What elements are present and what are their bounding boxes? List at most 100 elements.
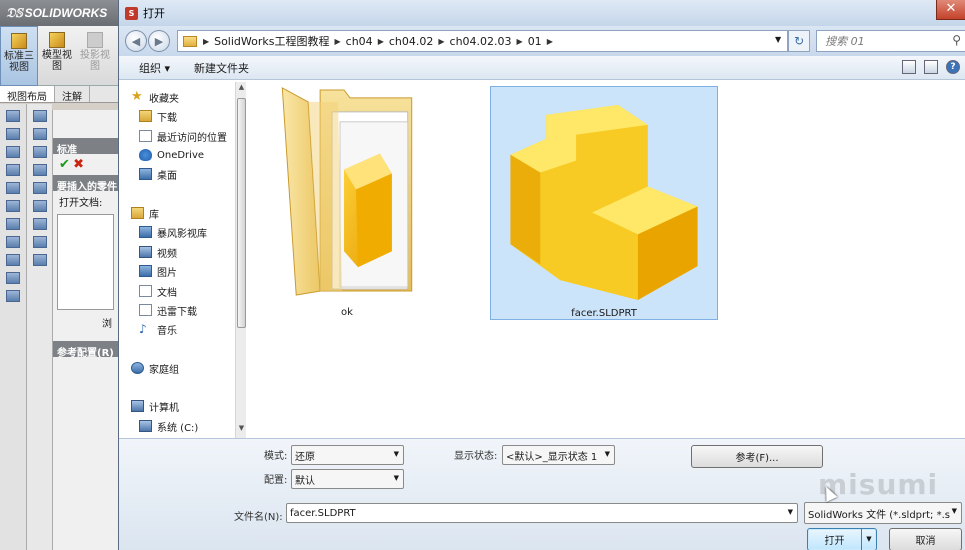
chevron-down-icon[interactable]: ▼ xyxy=(788,508,793,516)
breadcrumb-item[interactable]: ch04 xyxy=(341,35,378,48)
breadcrumb-item[interactable]: ch04.02 xyxy=(384,35,439,48)
tool-icon[interactable] xyxy=(32,236,47,248)
dialog-title-bar: S 打开 ✕ xyxy=(119,0,965,26)
nav-drive-c[interactable]: 系统 (C:) xyxy=(139,417,198,435)
nav-library-item[interactable]: ♪ 音乐 xyxy=(139,320,177,338)
filetype-select[interactable]: SolidWorks 文件 (*.sldprt; *.s ▼ xyxy=(804,502,962,524)
close-button[interactable]: ✕ xyxy=(936,0,965,20)
nav-library-item[interactable]: 暴风影视库 xyxy=(139,223,207,241)
drive-icon xyxy=(139,420,152,432)
back-button[interactable]: ◀ xyxy=(125,30,147,52)
filename-input[interactable]: facer.SLDPRT ▼ xyxy=(286,503,798,523)
mode-select[interactable]: 还原 ▼ xyxy=(291,445,404,465)
nav-label: OneDrive xyxy=(157,149,205,161)
scroll-up-icon[interactable]: ▲ xyxy=(237,83,246,95)
config-select[interactable]: 默认 ▼ xyxy=(291,469,404,489)
reference-button[interactable]: 参考(F)... xyxy=(691,445,823,468)
nav-onedrive[interactable]: OneDrive xyxy=(139,146,204,164)
breadcrumb-separator-icon[interactable]: ▶ xyxy=(547,37,553,46)
projected-view-button[interactable]: 投影视图 xyxy=(76,26,114,86)
tool-icon[interactable] xyxy=(32,164,47,176)
nav-downloads[interactable]: 下载 xyxy=(139,107,177,125)
property-manager: 标准 ✔ ✖ 要插入的零件 打开文档: 浏 参考配置(R) xyxy=(52,110,118,550)
tool-icon[interactable] xyxy=(6,218,20,230)
file-name: ok xyxy=(341,307,353,318)
tool-icon[interactable] xyxy=(6,254,20,266)
nav-label: 库 xyxy=(149,209,159,221)
display-state-select[interactable]: <默认>_显示状态 1 ▼ xyxy=(502,445,615,465)
change-view-icon[interactable] xyxy=(902,60,916,74)
nav-desktop[interactable]: 桌面 xyxy=(139,165,177,183)
homegroup-icon xyxy=(131,362,144,374)
cancel-x-icon[interactable]: ✖ xyxy=(73,157,84,172)
mode-label: 模式: xyxy=(264,451,288,462)
chevron-down-icon[interactable]: ▼ xyxy=(775,35,781,44)
nav-library[interactable]: 库 xyxy=(131,204,159,222)
tool-label: 投影视图 xyxy=(80,50,110,72)
standard-3-view-button[interactable]: 标准三视图 xyxy=(0,26,38,86)
tool-icon[interactable] xyxy=(32,146,47,158)
open-button[interactable]: 打开 ▼ xyxy=(807,528,877,550)
ok-check-icon[interactable]: ✔ xyxy=(59,157,70,172)
folder-icon xyxy=(182,35,197,47)
search-input[interactable]: 搜索 01 ⚲ xyxy=(816,30,965,52)
help-icon[interactable]: ? xyxy=(946,60,960,74)
display-state-value: <默认>_显示状态 1 xyxy=(506,451,598,463)
nav-library-item[interactable]: 文档 xyxy=(139,282,177,300)
organize-menu[interactable]: 组织 ▾ xyxy=(139,60,170,76)
nav-homegroup[interactable]: 家庭组 xyxy=(131,359,179,377)
tool-icon[interactable] xyxy=(32,110,47,122)
tool-icon[interactable] xyxy=(32,218,47,230)
open-docs-label: 打开文档: xyxy=(59,198,103,209)
nav-scrollbar[interactable]: ▲ ▼ xyxy=(235,82,246,438)
new-folder-button[interactable]: 新建文件夹 xyxy=(194,60,249,76)
navigation-pane: ★ 收藏夹 下载 最近访问的位置 OneDrive 桌面 库 暴风影视库 视频 … xyxy=(127,82,241,438)
config-label: 配置: xyxy=(264,475,288,486)
nav-library-item[interactable]: 视频 xyxy=(139,243,177,261)
nav-library-item[interactable]: 迅雷下载 xyxy=(139,301,197,319)
file-name: facer.SLDPRT xyxy=(571,308,637,319)
nav-recent-places[interactable]: 最近访问的位置 xyxy=(139,127,227,145)
tool-icon[interactable] xyxy=(6,290,20,302)
tool-icon[interactable] xyxy=(32,182,47,194)
file-item-folder[interactable]: ok xyxy=(277,82,417,318)
mode-value: 还原 xyxy=(295,451,315,463)
cancel-button[interactable]: 取消 xyxy=(889,528,962,550)
breadcrumb-item[interactable]: SolidWorks工程图教程 xyxy=(209,33,334,49)
open-options-chevron-icon[interactable]: ▼ xyxy=(861,529,876,550)
tool-icon[interactable] xyxy=(6,128,20,140)
tool-icon[interactable] xyxy=(6,272,20,284)
tab-view-layout[interactable]: 视图布局 xyxy=(0,86,55,103)
tool-icon[interactable] xyxy=(32,254,47,266)
search-icon[interactable]: ⚲ xyxy=(952,33,961,47)
nav-favorites[interactable]: ★ 收藏夹 xyxy=(131,88,179,106)
preview-pane-icon[interactable] xyxy=(924,60,938,74)
nav-label: 视频 xyxy=(157,248,177,260)
video-library-icon xyxy=(139,226,152,238)
tool-icon[interactable] xyxy=(6,236,20,248)
breadcrumb-item[interactable]: 01 xyxy=(523,35,547,48)
browse-button[interactable]: 浏 xyxy=(53,312,118,333)
forward-button[interactable]: ▶ xyxy=(147,30,170,52)
tool-icon[interactable] xyxy=(6,146,20,158)
scroll-thumb[interactable] xyxy=(237,98,246,328)
tool-icon[interactable] xyxy=(6,110,20,122)
tool-icon[interactable] xyxy=(32,128,47,140)
nav-label: 桌面 xyxy=(157,170,177,182)
nav-computer[interactable]: 计算机 xyxy=(131,397,179,415)
tool-icon[interactable] xyxy=(6,164,20,176)
file-item-part[interactable]: facer.SLDPRT xyxy=(490,86,718,320)
nav-library-item[interactable]: 图片 xyxy=(139,262,177,280)
pictures-icon xyxy=(139,265,152,277)
refresh-button[interactable]: ↻ xyxy=(788,30,811,52)
tool-icon[interactable] xyxy=(32,200,47,212)
tab-annotation[interactable]: 注解 xyxy=(55,86,90,103)
breadcrumb-item[interactable]: ch04.02.03 xyxy=(445,35,517,48)
scroll-down-icon[interactable]: ▼ xyxy=(237,424,246,436)
tool-icon[interactable] xyxy=(6,182,20,194)
breadcrumb[interactable]: ▶ SolidWorks工程图教程 ▶ ch04 ▶ ch04.02 ▶ ch0… xyxy=(176,30,789,52)
nav-label: 音乐 xyxy=(157,325,177,337)
tool-icon[interactable] xyxy=(6,200,20,212)
open-docs-list[interactable] xyxy=(57,214,114,310)
model-view-button[interactable]: 模型视图 xyxy=(38,26,76,86)
